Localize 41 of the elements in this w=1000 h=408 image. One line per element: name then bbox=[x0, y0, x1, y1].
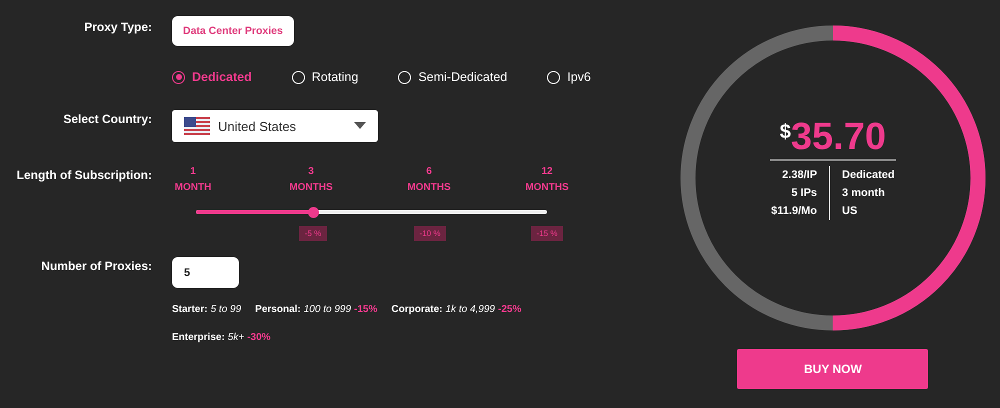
tier-range: 100 to 999 bbox=[304, 304, 352, 315]
field-label: Number of Proxies: bbox=[40, 258, 152, 273]
tier-discount: -15% bbox=[354, 304, 378, 315]
currency-symbol: $ bbox=[780, 121, 791, 144]
tier-range: 1k to 4,999 bbox=[446, 304, 495, 315]
discount-badge: -5 % bbox=[298, 226, 328, 241]
summary-value: 3 month bbox=[842, 187, 886, 199]
discount-badge: -10 % bbox=[414, 226, 446, 241]
country-dropdown[interactable]: United States bbox=[172, 110, 378, 142]
plan-radio[interactable]: Semi-Dedicated bbox=[398, 70, 508, 84]
caret-icon bbox=[354, 122, 366, 130]
tier-name: Enterprise: bbox=[172, 332, 225, 343]
tier-range: 5k+ bbox=[228, 332, 244, 343]
total-price: 35.70 bbox=[790, 117, 886, 157]
summary-value: US bbox=[842, 205, 858, 217]
summary-value: 2.38/IP bbox=[782, 169, 818, 181]
month-option[interactable]: 1 MONTH bbox=[163, 164, 223, 196]
field-label: Proxy Type: bbox=[83, 19, 152, 34]
plan-radio[interactable]: Dedicated bbox=[172, 70, 252, 84]
flag-icon bbox=[184, 117, 210, 135]
tier-discount: -25% bbox=[498, 304, 522, 315]
summary-value: $11.9/Mo bbox=[771, 205, 818, 217]
tier-name: Corporate: bbox=[391, 304, 442, 315]
summary-value: 5 IPs bbox=[791, 187, 818, 199]
summary-value: Dedicated bbox=[842, 169, 895, 181]
discount-badge: -15 % bbox=[530, 226, 564, 241]
tier-name: Personal: bbox=[255, 304, 301, 315]
plan-radio[interactable]: Ipv6 bbox=[547, 70, 591, 84]
proxy-count-input[interactable]: 5 bbox=[172, 257, 239, 288]
field-label: Length of Subscription: bbox=[16, 167, 152, 182]
month-option[interactable]: 12 MONTHS bbox=[517, 164, 577, 196]
tier-range: 5 to 99 bbox=[210, 304, 242, 315]
plan-radio[interactable]: Rotating bbox=[292, 70, 358, 84]
proxy-type-button[interactable]: Data Center Proxies bbox=[172, 16, 294, 46]
tier-discount: -30% bbox=[247, 332, 271, 343]
slider-handle[interactable] bbox=[308, 206, 320, 218]
month-option[interactable]: 3 MONTHS bbox=[281, 164, 341, 196]
buy-now-button[interactable]: BUY NOW bbox=[737, 349, 928, 389]
tier-name: Starter: bbox=[172, 304, 208, 315]
month-option[interactable]: 6 MONTHS bbox=[399, 164, 459, 196]
field-label: Select Country: bbox=[62, 111, 152, 126]
